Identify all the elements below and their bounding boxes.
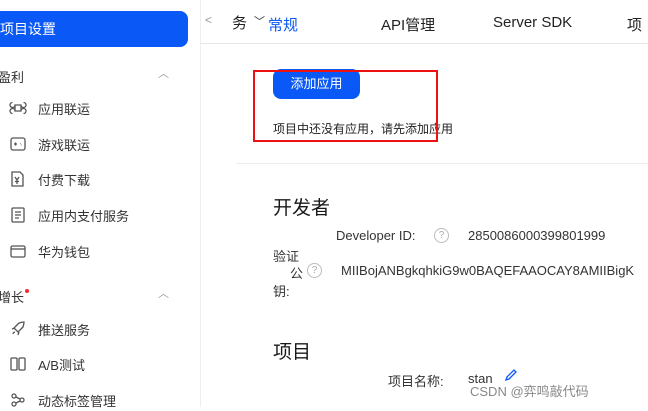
tab-api-management[interactable]: API管理 [381,14,435,35]
sidebar-item-label: 付费下载 [38,172,91,188]
sidebar-item-label: 游戏联运 [38,137,91,153]
tab-project[interactable]: 项 [627,14,642,35]
project-name-label: 项目名称: [388,374,444,389]
sidebar-item-push[interactable]: 推送服务 [8,318,90,340]
active-tab-indicator [66,40,144,43]
chevron-up-icon: ︿ [158,288,169,300]
sidebar-item-ab-test[interactable]: A/B测试 [8,353,85,375]
help-icon[interactable]: ? [434,228,449,243]
sidebar-item-app-distribution[interactable]: 应用联运 [8,97,90,119]
sidebar-item-wallet[interactable]: 华为钱包 [8,240,90,262]
rocket-icon [8,319,28,339]
sidebar-item-paid-download[interactable]: 付费下载 [8,168,90,190]
chevron-down-icon[interactable]: ﹀ [254,13,265,29]
chevron-left-icon[interactable]: < [205,13,212,27]
chevron-up-icon: ︿ [158,68,169,80]
tag-nodes-icon [8,390,28,410]
sidebar-item-label: 项目设置 [0,21,56,37]
watermark: CSDN @弈鸣敲代码 [470,384,589,399]
public-key-value: MIIBojANBgkqhkiG9w0BAQEFAAOCAY8AMIIBigK( [341,263,635,278]
wallet-icon [8,241,28,261]
developer-id-value: 2850086000399801999 [468,228,606,243]
command-icon [8,98,28,118]
sidebar-item-label: 应用联运 [38,101,91,117]
sidebar-item-label: 推送服务 [38,322,91,338]
tab-general[interactable]: 常规 [268,14,298,35]
annotation-highlight-box [253,70,438,142]
receipt-icon [8,205,28,225]
sidebar-group-monetize[interactable]: 盈利 ︿ [0,67,169,86]
section-divider [236,163,648,164]
public-key-label-line3: 钥: [273,284,290,299]
developer-section-title: 开发者 [273,198,331,219]
sidebar-item-label: 华为钱包 [38,244,91,260]
sidebar-item-game-distribution[interactable]: 游戏联运 [8,133,90,155]
paid-download-icon [8,169,28,189]
notification-dot [25,289,30,293]
service-dropdown[interactable]: 务 [232,12,247,33]
sidebar-group-growth[interactable]: 增长 ︿ [0,287,169,306]
group-label: 盈利 [0,70,25,85]
help-icon[interactable]: ? [307,263,322,278]
sidebar-divider [200,0,201,407]
sidebar-item-label: 应用内支付服务 [38,208,130,224]
sidebar-item-dynamic-tags[interactable]: 动态标签管理 [8,389,116,411]
sidebar-item-label: A/B测试 [38,357,85,373]
project-section-title: 项目 [273,342,312,363]
sidebar: 项目设置 盈利 ︿ 应用联运 游戏联运 付费下载 应用内支付服务 华为钱包 增长… [0,0,200,409]
ab-test-icon [8,354,28,374]
sidebar-item-iap[interactable]: 应用内支付服务 [8,204,129,226]
gamepad-icon [8,134,28,154]
tab-server-sdk[interactable]: Server SDK [493,14,572,31]
developer-id-label: Developer ID: [336,228,416,243]
group-label: 增长 [0,290,25,305]
public-key-label-line2: 公 [290,266,304,281]
